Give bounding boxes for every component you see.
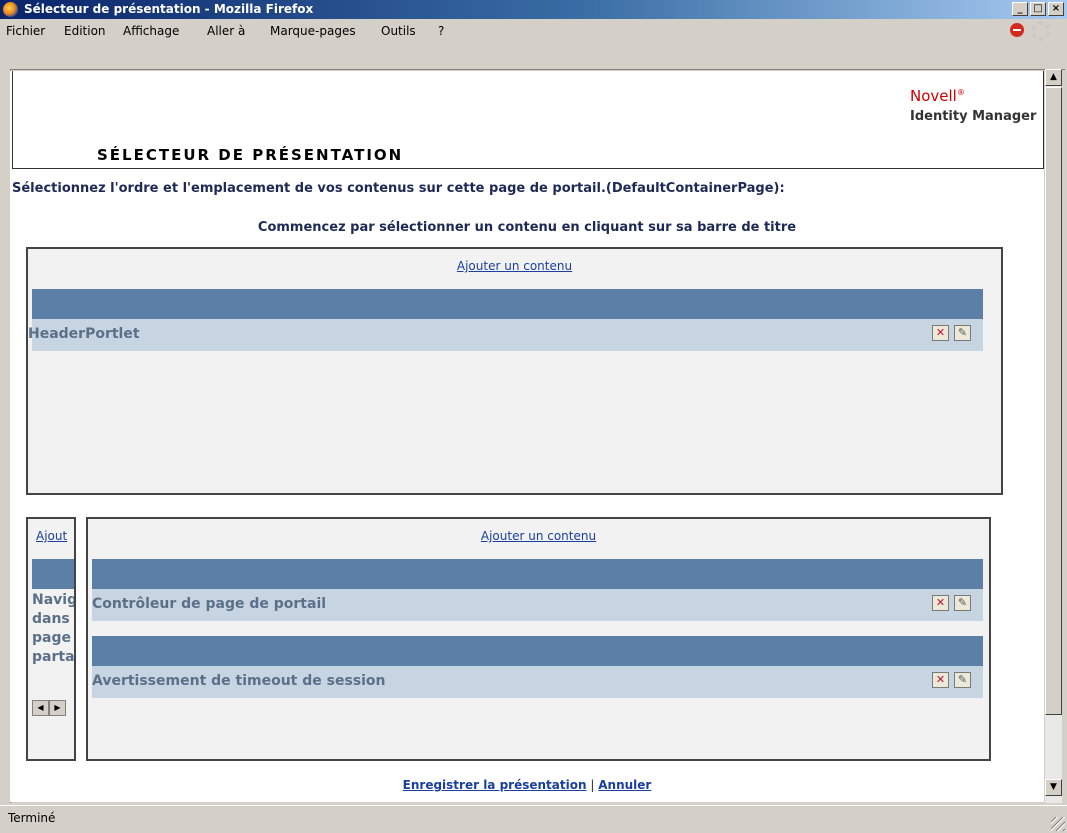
portlet-name-line: parta [32, 649, 75, 665]
menu-aller-a[interactable]: Aller à [207, 24, 245, 38]
brand-name: Novell [910, 87, 957, 105]
portlet-name-line: page [32, 630, 71, 646]
portlet-titlebar[interactable] [92, 559, 983, 589]
status-text: Terminé [8, 811, 56, 825]
portlet-name-line: Navig [32, 592, 76, 608]
portlet-row-headerportlet[interactable]: HeaderPortlet ✕ ✎ [28, 319, 983, 351]
menu-help[interactable]: ? [438, 24, 444, 38]
vertical-scrollbar[interactable]: ▲ ▼ [1045, 69, 1062, 803]
menu-fichier[interactable]: Fichier [6, 24, 45, 38]
portlet-name[interactable]: HeaderPortlet [28, 326, 140, 342]
window-titlebar[interactable]: Sélecteur de présentation - Mozilla Fire… [0, 0, 1067, 19]
scroll-up-icon[interactable]: ▲ [1045, 69, 1062, 86]
separator: | [590, 778, 595, 792]
portlet-titlebar[interactable] [92, 636, 983, 666]
edit-icon[interactable]: ✎ [954, 325, 971, 341]
portlet-name[interactable]: Contrôleur de page de portail [92, 596, 326, 612]
maximize-button[interactable]: □ [1030, 2, 1046, 16]
menu-outils[interactable]: Outils [381, 24, 416, 38]
delete-icon[interactable]: ✕ [932, 672, 949, 688]
page-title: SÉLECTEUR DE PRÉSENTATION [97, 146, 404, 164]
portlet-name-line: dans [32, 611, 70, 627]
intro-text: Sélectionnez l'ordre et l'emplacement de… [12, 181, 785, 196]
scroll-right-icon[interactable]: ▶ [49, 700, 66, 716]
portlet-name[interactable]: Avertissement de timeout de session [92, 673, 386, 689]
page-viewport: Novell® Identity Manager SÉLECTEUR DE PR… [10, 71, 1044, 802]
close-button[interactable]: × [1048, 2, 1064, 16]
brand-mark: ® [956, 88, 965, 97]
menu-edition[interactable]: Edition [64, 24, 106, 38]
top-region[interactable]: Ajouter un contenu HeaderPortlet ✕ ✎ [26, 247, 1003, 495]
portlet-row-timeout[interactable]: Avertissement de timeout de session ✕ ✎ [92, 666, 983, 698]
portlet-titlebar[interactable] [32, 559, 74, 589]
resize-grip-icon[interactable] [1051, 817, 1065, 831]
scrollbar-thumb[interactable] [1045, 87, 1062, 715]
firefox-icon [3, 2, 18, 17]
menu-affichage[interactable]: Affichage [123, 24, 179, 38]
menu-bar: Fichier Edition Affichage Aller à Marque… [0, 19, 1067, 43]
menu-marque-pages[interactable]: Marque-pages [270, 24, 356, 38]
portlet-titlebar[interactable] [32, 289, 983, 319]
hint-text: Commencez par sélectionner un contenu en… [257, 220, 797, 235]
add-content-link-top[interactable]: Ajouter un contenu [28, 259, 1001, 273]
portlet-row-controleur[interactable]: Contrôleur de page de portail ✕ ✎ [92, 589, 983, 621]
add-content-link-left[interactable]: Ajout [36, 529, 74, 543]
product-name: Identity Manager [910, 109, 1037, 124]
mini-horizontal-scrollbar[interactable]: ◀ ▶ [32, 695, 70, 716]
delete-icon[interactable]: ✕ [932, 595, 949, 611]
delete-icon[interactable]: ✕ [932, 325, 949, 341]
novell-logo: Novell® [910, 87, 965, 105]
add-content-link-right[interactable]: Ajouter un contenu [88, 529, 989, 543]
scroll-down-icon[interactable]: ▼ [1045, 779, 1062, 796]
left-region[interactable]: Ajout Navig dans page parta ◀ ▶ [26, 517, 76, 761]
cancel-link[interactable]: Annuler [598, 778, 651, 792]
scroll-left-icon[interactable]: ◀ [32, 700, 49, 716]
footer-actions: Enregistrer la présentation | Annuler [10, 778, 1044, 792]
window-title: Sélecteur de présentation - Mozilla Fire… [24, 2, 314, 16]
stop-icon[interactable] [1010, 23, 1024, 37]
edit-icon[interactable]: ✎ [954, 672, 971, 688]
status-bar: Terminé [0, 805, 1067, 833]
throbber-icon [1031, 21, 1051, 41]
right-region[interactable]: Ajouter un contenu Contrôleur de page de… [86, 517, 991, 761]
edit-icon[interactable]: ✎ [954, 595, 971, 611]
portal-header: Novell® Identity Manager SÉLECTEUR DE PR… [12, 71, 1044, 169]
save-layout-link[interactable]: Enregistrer la présentation [403, 778, 587, 792]
portlet-name-left[interactable]: Navig dans page parta [32, 591, 76, 667]
minimize-button[interactable]: _ [1012, 2, 1028, 16]
